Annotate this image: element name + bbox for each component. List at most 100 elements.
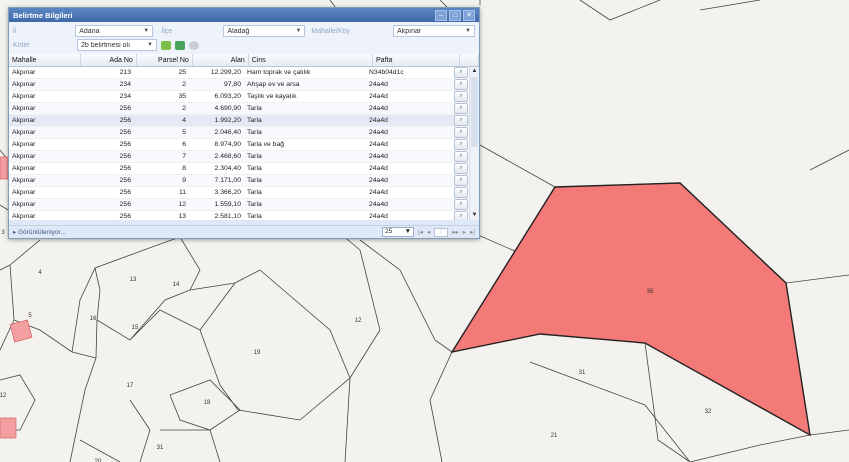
zoom-cell: ⌕ (451, 162, 470, 175)
page-input[interactable]: 1 (434, 227, 449, 237)
zoom-to-parcel-icon[interactable]: ⌕ (454, 151, 468, 162)
col-header[interactable]: Cins (248, 54, 374, 67)
next-page-icon[interactable]: ▸▸ (452, 228, 459, 236)
col-header[interactable]: Ada No (80, 54, 137, 67)
refresh-icon[interactable] (161, 40, 171, 50)
zoom-to-parcel-icon[interactable]: ⌕ (454, 127, 468, 138)
table-cell: 256 (79, 102, 134, 115)
table-row[interactable]: Akpınar 256 5 2.046,40 Tarla 24a4d ⌕ (9, 126, 470, 139)
excel-icon[interactable] (175, 40, 185, 50)
table-cell: Akpınar (9, 78, 79, 91)
table-cell: 256 (79, 150, 134, 163)
table-cell: Tarla (244, 186, 366, 199)
parcel-label: 31 (157, 445, 164, 451)
table-row[interactable]: Akpınar 256 8 2.304,40 Tarla 24a4d ⌕ (9, 162, 470, 175)
table-cell: 97,80 (189, 78, 244, 91)
table-cell: 2.046,40 (189, 126, 244, 139)
table-cell: 3.366,20 (189, 186, 244, 199)
table-cell: 24a4d (366, 186, 451, 199)
table-cell: 7 (134, 150, 189, 163)
parcel-label: 35 (647, 289, 654, 295)
table-cell: 24a4d (366, 174, 451, 187)
col-header[interactable]: Parsel No (136, 54, 193, 67)
table-cell: 12 (134, 198, 189, 211)
last-page-icon[interactable]: ▸ (463, 228, 466, 236)
kriter-select[interactable]: 2b belirtmesi olı ▼ (77, 39, 157, 51)
zoom-to-parcel-icon[interactable]: ⌕ (454, 163, 468, 174)
table-row[interactable]: Akpınar 213 25 12.299,20 Ham toprak ve çalıl… (9, 67, 470, 79)
table-cell: 11 (134, 186, 189, 199)
zoom-to-parcel-icon[interactable]: ⌕ (454, 199, 468, 210)
table-cell: 234 (79, 78, 134, 91)
table-row[interactable]: Akpınar 256 12 1.559,10 Tarla 24a4d ⌕ (9, 198, 470, 211)
parcel-label: 12 (0, 393, 7, 399)
zoom-to-parcel-icon[interactable]: ⌕ (454, 175, 468, 186)
table-cell: Akpınar (9, 67, 79, 79)
col-header[interactable]: Alan (192, 54, 249, 67)
close-icon[interactable]: ✕ (463, 9, 475, 21)
zoom-to-parcel-icon[interactable]: ⌕ (454, 91, 468, 102)
end-page-icon[interactable]: ▸| (470, 228, 475, 236)
col-header[interactable]: Mahalle (9, 54, 81, 67)
zoom-to-parcel-icon[interactable]: ⌕ (454, 79, 468, 90)
scroll-thumb[interactable] (471, 77, 478, 147)
zoom-to-parcel-icon[interactable]: ⌕ (454, 187, 468, 198)
zoom-to-parcel-icon[interactable]: ⌕ (454, 115, 468, 126)
table-cell: 24a4d (366, 150, 451, 163)
maximize-icon[interactable]: □ (449, 9, 461, 21)
scroll-down-icon[interactable]: ▼ (470, 211, 479, 220)
parcel-label: 31 (579, 370, 586, 376)
il-label: İl (13, 27, 17, 35)
table-cell: 4 (134, 114, 189, 127)
table-cell: 24a4d (366, 102, 451, 115)
grid-scrollbar[interactable]: ▲ ▼ (469, 67, 479, 220)
col-header[interactable]: Pafta (372, 54, 460, 67)
table-cell: 8.974,90 (189, 138, 244, 151)
table-cell: 25 (134, 67, 189, 79)
zoom-cell: ⌕ (451, 150, 470, 163)
table-cell: 256 (79, 186, 134, 199)
table-cell: 4.690,90 (189, 102, 244, 115)
table-cell: 24a4d (366, 210, 451, 220)
minimize-icon[interactable]: – (435, 9, 447, 21)
parcel-label: 16 (90, 316, 97, 322)
il-select[interactable]: Adana ▼ (75, 25, 154, 37)
parcel-label: 13 (130, 277, 137, 283)
table-row[interactable]: Akpınar 256 4 1.992,20 Tarla 24a4d ⌕ (9, 114, 470, 127)
table-cell: 13 (134, 210, 189, 220)
zoom-to-parcel-icon[interactable]: ⌕ (454, 139, 468, 150)
zoom-to-parcel-icon[interactable]: ⌕ (454, 211, 468, 220)
table-cell: 256 (79, 114, 134, 127)
table-row[interactable]: Akpınar 234 2 97,80 Ahşap ev ve arsa 24a4d ⌕ (9, 78, 470, 91)
prev-page-icon[interactable]: ◂ (427, 228, 430, 236)
highlighted-parcel[interactable] (450, 182, 811, 437)
first-page-icon[interactable]: |◂ (418, 228, 423, 236)
print-icon[interactable] (189, 40, 199, 50)
mahalle-select[interactable]: Akpınar ▼ (393, 25, 475, 37)
table-cell: Tarla (244, 114, 366, 127)
table-cell: Ahşap ev ve arsa (244, 78, 366, 91)
table-cell: Taşlık ve kayalık (244, 90, 366, 103)
kriter-value: 2b belirtmesi olı (81, 41, 131, 49)
page-size-select[interactable]: 25 ▼ (382, 227, 415, 237)
ilce-select[interactable]: Aladağ ▼ (223, 25, 306, 37)
table-cell: 2.581,10 (189, 210, 244, 220)
table-cell: 8 (134, 162, 189, 175)
table-cell: 213 (79, 67, 134, 79)
table-row[interactable]: Akpınar 256 2 4.690,90 Tarla 24a4d ⌕ (9, 102, 470, 115)
mahalle-value: Akpınar (397, 27, 422, 35)
table-cell: 35 (134, 90, 189, 103)
zoom-cell: ⌕ (451, 114, 470, 127)
zoom-to-parcel-icon[interactable]: ⌕ (454, 67, 468, 78)
table-row[interactable]: Akpınar 256 11 3.366,20 Tarla 24a4d ⌕ (9, 186, 470, 199)
table-row[interactable]: Akpınar 256 13 2.581,10 Tarla 24a4d ⌕ (9, 210, 470, 220)
zoom-to-parcel-icon[interactable]: ⌕ (454, 103, 468, 114)
scroll-up-icon[interactable]: ▲ (470, 67, 479, 76)
kriter-label: Kriter (13, 41, 30, 49)
window-titlebar[interactable]: Belirtme Bilgileri – □ ✕ (9, 8, 479, 22)
table-row[interactable]: Akpınar 256 9 7.171,00 Tarla 24a4d ⌕ (9, 174, 470, 187)
chevron-down-icon: ▼ (295, 28, 302, 34)
table-row[interactable]: Akpınar 256 6 8.974,90 Tarla ve bağ 24a4d ⌕ (9, 138, 470, 151)
table-row[interactable]: Akpınar 256 7 2.468,60 Tarla 24a4d ⌕ (9, 150, 470, 163)
table-row[interactable]: Akpınar 234 35 6.093,20 Taşlık ve kayalık 24a… (9, 90, 470, 103)
